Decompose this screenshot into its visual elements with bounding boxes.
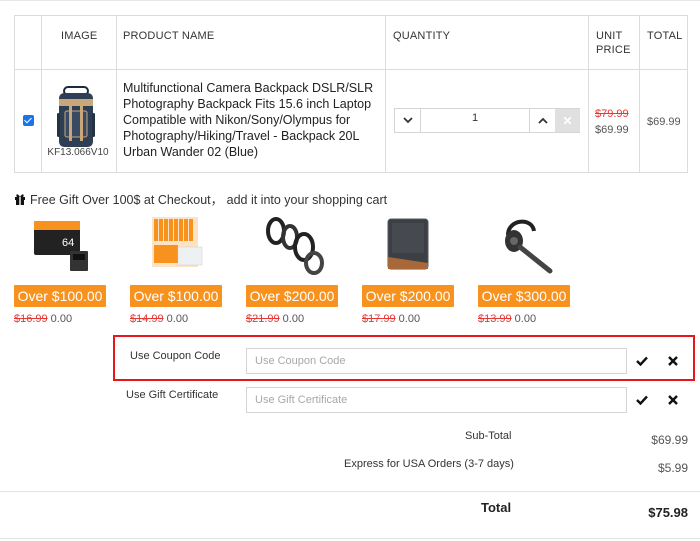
coupon-code-input[interactable] <box>246 348 627 374</box>
gift-icon <box>15 193 25 205</box>
unit-price: $69.99 <box>595 124 629 136</box>
product-sku: KF13.066V10 <box>47 147 109 158</box>
header-unit-price: UNIT PRICE <box>596 30 631 56</box>
gift-certificate-input[interactable] <box>246 387 627 413</box>
product-name-link[interactable]: Multifunctional Camera Backpack DSLR/SLR… <box>123 80 385 160</box>
shipping-value: $5.99 <box>657 461 688 475</box>
check-icon <box>636 395 648 405</box>
lens-pouch-icon <box>387 218 429 270</box>
gift-price: $14.99 0.00 <box>130 313 189 325</box>
gift-threshold-badge: Over $200.00 <box>362 285 454 307</box>
quantity-stepper: 1 ✕ <box>394 108 580 133</box>
cart-table: IMAGE PRODUCT NAME QUANTITY UNIT PRICE T… <box>14 15 688 173</box>
header-product-name: PRODUCT NAME <box>123 30 215 42</box>
check-icon <box>636 356 648 366</box>
close-icon <box>668 356 678 366</box>
bluetooth-headset-icon <box>505 219 553 274</box>
gift-threshold-badge: Over $100.00 <box>14 285 106 307</box>
header-quantity: QUANTITY <box>393 30 451 42</box>
clear-coupon-button[interactable] <box>659 348 687 374</box>
close-icon: ✕ <box>562 113 573 128</box>
memory-card-icon: 64 <box>34 221 88 271</box>
gift-certificate-label: Use Gift Certificate <box>126 389 219 401</box>
svg-text:64: 64 <box>62 237 74 249</box>
apply-coupon-button[interactable] <box>628 348 656 374</box>
gift-price: $13.99 0.00 <box>478 313 537 325</box>
step-rings-icon <box>266 217 324 275</box>
gift-threshold-badge: Over $100.00 <box>130 285 222 307</box>
subtotal-label: Sub-Total <box>465 430 512 442</box>
remove-item-button[interactable]: ✕ <box>555 109 580 132</box>
cleaning-kit-icon <box>152 217 203 267</box>
close-icon <box>668 395 678 405</box>
quantity-input[interactable]: 1 <box>422 112 528 124</box>
header-image: IMAGE <box>61 30 98 42</box>
original-price: $79.99 <box>595 108 629 120</box>
gift-price: $21.99 0.00 <box>246 313 305 325</box>
clear-gift-certificate-button[interactable] <box>659 387 687 413</box>
row-total: $69.99 <box>647 116 681 128</box>
total-label: Total <box>481 500 512 515</box>
decrease-quantity-button[interactable] <box>395 109 421 132</box>
subtotal-value: $69.99 <box>651 433 688 447</box>
chevron-up-icon <box>537 117 548 124</box>
gift-threshold-badge: Over $200.00 <box>246 285 338 307</box>
gift-price: $17.99 0.00 <box>362 313 421 325</box>
header-total: TOTAL <box>647 30 683 42</box>
total-value: $75.98 <box>648 505 688 520</box>
apply-gift-certificate-button[interactable] <box>628 387 656 413</box>
top-border <box>0 0 700 1</box>
gift-price: $16.99 0.00 <box>14 313 73 325</box>
chevron-down-icon <box>402 117 413 124</box>
free-gift-message: Free Gift Over 100$ at Checkout， add it … <box>14 189 387 208</box>
select-item-checkbox[interactable] <box>23 115 34 126</box>
shipping-label: Express for USA Orders (3-7 days) <box>344 458 514 470</box>
coupon-label: Use Coupon Code <box>130 350 221 362</box>
gift-threshold-badge: Over $300.00 <box>478 285 570 307</box>
increase-quantity-button[interactable] <box>529 109 555 132</box>
